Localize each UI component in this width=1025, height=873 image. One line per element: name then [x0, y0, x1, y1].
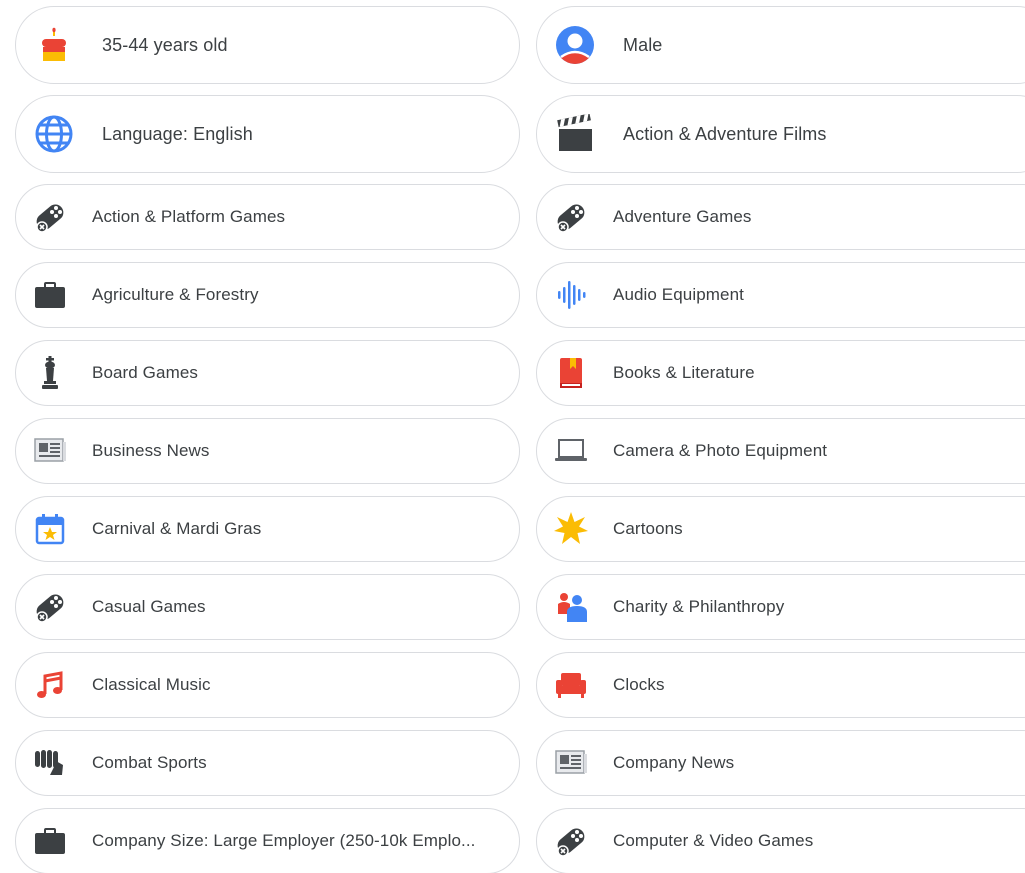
- birthday-cake-icon: [34, 25, 74, 65]
- chip-label: Business News: [92, 441, 210, 460]
- chip-label: 35-44 years old: [102, 34, 228, 55]
- chip-label: Board Games: [92, 363, 198, 382]
- chip-label: Cartoons: [613, 519, 683, 538]
- chip-cartoons[interactable]: Cartoons: [536, 496, 1025, 562]
- chip-label: Clocks: [613, 675, 665, 694]
- chip-label: Company News: [613, 753, 735, 772]
- chip-clocks[interactable]: Clocks: [536, 652, 1025, 718]
- music-note-icon: [30, 665, 70, 705]
- chip-action-adventure-films[interactable]: Action & Adventure Films: [536, 95, 1025, 173]
- chip-audio-equipment[interactable]: Audio Equipment: [536, 262, 1025, 328]
- chip-computer-video-games[interactable]: Computer & Video Games: [536, 808, 1025, 873]
- chip-combat-sports[interactable]: Combat Sports: [15, 730, 520, 796]
- chip-age[interactable]: 35-44 years old: [15, 6, 520, 84]
- briefcase-icon: [30, 821, 70, 861]
- chip-label: Audio Equipment: [613, 285, 744, 304]
- chip-label: Casual Games: [92, 597, 206, 616]
- chip-label: Books & Literature: [613, 363, 755, 382]
- chip-business-news[interactable]: Business News: [15, 418, 520, 484]
- people-icon: [551, 587, 591, 627]
- chip-company-size[interactable]: Company Size: Large Employer (250-10k Em…: [15, 808, 520, 873]
- newspaper-icon: [551, 743, 591, 783]
- chip-charity[interactable]: Charity & Philanthropy: [536, 574, 1025, 640]
- chip-books-literature[interactable]: Books & Literature: [536, 340, 1025, 406]
- chip-adventure-games[interactable]: Adventure Games: [536, 184, 1025, 250]
- chip-camera-photo[interactable]: Camera & Photo Equipment: [536, 418, 1025, 484]
- chip-board-games[interactable]: Board Games: [15, 340, 520, 406]
- chip-label: Adventure Games: [613, 207, 752, 226]
- chip-carnival[interactable]: Carnival & Mardi Gras: [15, 496, 520, 562]
- chip-label: Computer & Video Games: [613, 831, 814, 850]
- newspaper-icon: [30, 431, 70, 471]
- globe-icon: [34, 114, 74, 154]
- briefcase-icon: [30, 275, 70, 315]
- chip-label: Combat Sports: [92, 753, 207, 772]
- chip-label: Camera & Photo Equipment: [613, 441, 828, 460]
- chip-language[interactable]: Language: English: [15, 95, 520, 173]
- gamepad-icon: [30, 587, 70, 627]
- book-icon: [551, 353, 591, 393]
- chip-label: Action & Adventure Films: [623, 123, 827, 144]
- chip-casual-games[interactable]: Casual Games: [15, 574, 520, 640]
- chip-agriculture[interactable]: Agriculture & Forestry: [15, 262, 520, 328]
- chip-classical-music[interactable]: Classical Music: [15, 652, 520, 718]
- chip-label: Agriculture & Forestry: [92, 285, 259, 304]
- chip-action-platform-games[interactable]: Action & Platform Games: [15, 184, 520, 250]
- clapperboard-icon: [555, 114, 595, 154]
- audio-wave-icon: [551, 275, 591, 315]
- laptop-icon: [551, 431, 591, 471]
- calendar-star-icon: [30, 509, 70, 549]
- chip-company-news[interactable]: Company News: [536, 730, 1025, 796]
- chip-label: Charity & Philanthropy: [613, 597, 785, 616]
- chip-label: Classical Music: [92, 675, 211, 694]
- chess-piece-icon: [30, 353, 70, 393]
- armchair-icon: [551, 665, 591, 705]
- chip-label: Language: English: [102, 123, 253, 144]
- chip-label: Carnival & Mardi Gras: [92, 519, 262, 538]
- person-icon: [555, 25, 595, 65]
- fist-icon: [30, 743, 70, 783]
- gamepad-icon: [551, 821, 591, 861]
- interests-grid: 35-44 years old Language: English Action…: [0, 0, 1025, 873]
- gamepad-icon: [551, 197, 591, 237]
- chip-gender[interactable]: Male: [536, 6, 1025, 84]
- gamepad-icon: [30, 197, 70, 237]
- chip-label: Action & Platform Games: [92, 207, 286, 226]
- chip-label: Male: [623, 34, 663, 55]
- chip-label: Company Size: Large Employer (250-10k Em…: [92, 831, 476, 850]
- star-burst-icon: [551, 509, 591, 549]
